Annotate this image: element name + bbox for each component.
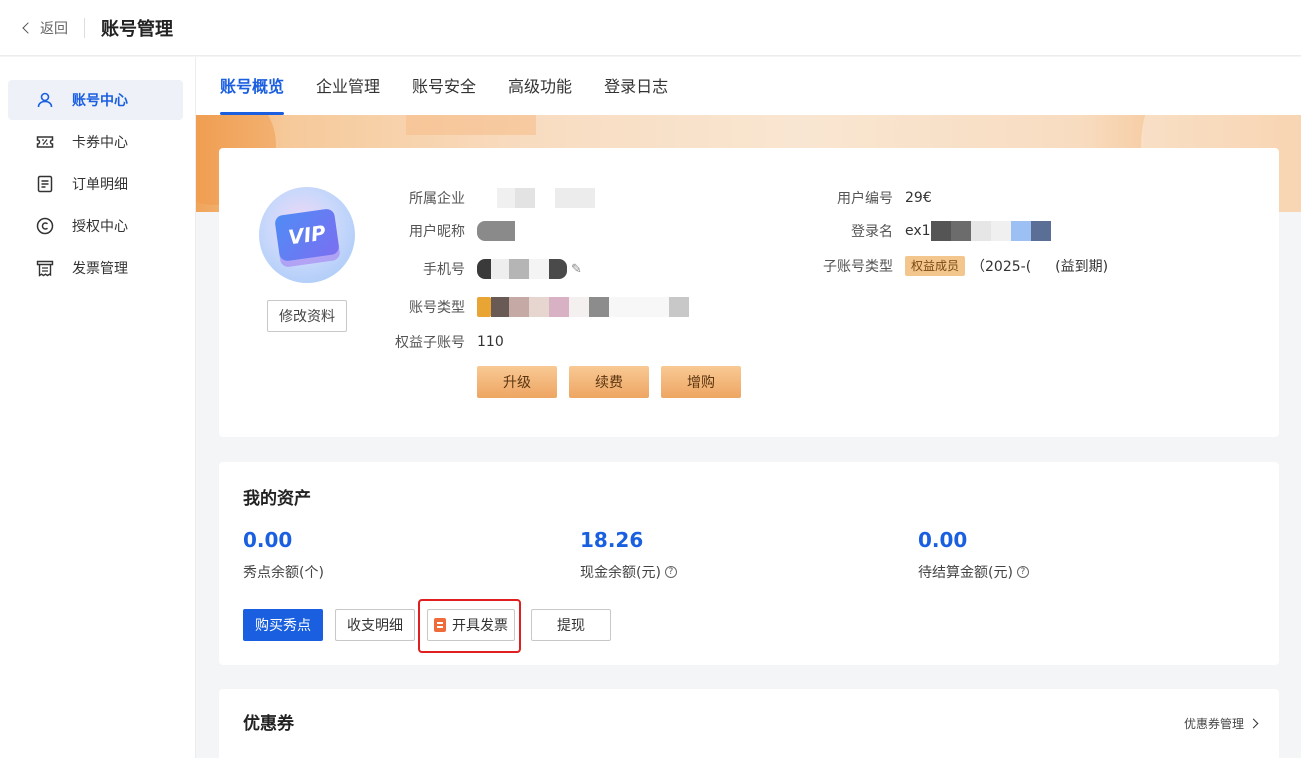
member-badge: 权益成员 xyxy=(905,256,966,276)
field-value: 29€ xyxy=(905,190,932,206)
back-label: 返回 xyxy=(40,20,68,37)
tab-advanced-features[interactable]: 高级功能 xyxy=(508,57,572,115)
coupon-management-label: 优惠券管理 xyxy=(1183,717,1244,731)
field-value: 权益成员 （2025-( (益到期) xyxy=(905,256,1108,276)
tab-account-security[interactable]: 账号安全 xyxy=(412,57,476,115)
asset-label-text: 现金余额(元) xyxy=(580,565,661,581)
sidebar-item-label: 账号中心 xyxy=(72,93,128,109)
field-nickname: 用户昵称 xyxy=(395,221,515,241)
tab-account-overview[interactable]: 账号概览 xyxy=(220,57,285,115)
tab-bar: 账号概览 企业管理 账号安全 高级功能 登录日志 xyxy=(196,57,1301,115)
field-label: 登录名 xyxy=(851,224,893,240)
sidebar-item-coupon-center[interactable]: 卡券中心 xyxy=(8,122,183,162)
sidebar-item-label: 授权中心 xyxy=(72,219,128,235)
field-value: 110 xyxy=(477,334,504,350)
sidebar-item-invoice-management[interactable]: 发票管理 xyxy=(8,248,183,288)
back-button[interactable]: 返回 xyxy=(22,18,68,38)
coupon-management-link[interactable]: 优惠券管理 xyxy=(1183,715,1259,732)
coupons-card: 优惠券 优惠券管理 xyxy=(219,689,1279,758)
cash-balance-label: 现金余额(元) ? xyxy=(580,562,677,582)
field-label: 账号类型 xyxy=(409,300,465,316)
tab-enterprise-management[interactable]: 企业管理 xyxy=(316,57,380,115)
field-account-type: 账号类型 xyxy=(395,297,689,317)
sidebar-item-authorization-center[interactable]: 授权中心 xyxy=(8,206,183,246)
cash-balance-value: 18.26 xyxy=(580,528,644,552)
field-value-masked xyxy=(477,188,595,208)
vip-badge-icon: VIP xyxy=(274,208,340,262)
field-label: 子账号类型 xyxy=(823,259,893,275)
field-value-masked: ex1 xyxy=(905,221,1051,241)
asset-label-text: 待结算金额(元) xyxy=(918,565,1013,581)
issue-invoice-label: 开具发票 xyxy=(452,618,508,634)
xiudian-balance-label: 秀点余额(个) xyxy=(243,562,324,582)
field-label: 手机号 xyxy=(423,262,465,278)
expiry-prefix: （2025-( xyxy=(971,259,1032,275)
field-login-name: 登录名 ex1 xyxy=(823,221,1051,241)
coupons-title: 优惠券 xyxy=(243,714,294,734)
issue-invoice-button[interactable]: 开具发票 xyxy=(427,609,515,641)
pending-settlement-value: 0.00 xyxy=(918,528,968,552)
xiudian-balance-value: 0.00 xyxy=(243,528,293,552)
field-label: 所属企业 xyxy=(409,191,465,207)
sidebar-item-order-details[interactable]: 订单明细 xyxy=(8,164,183,204)
transaction-details-button[interactable]: 收支明细 xyxy=(335,609,415,641)
field-sub-account-type: 子账号类型 权益成员 （2025-( (益到期) xyxy=(823,256,1108,276)
header-divider xyxy=(84,17,85,38)
banner-decoration xyxy=(406,115,536,135)
field-enterprise: 所属企业 xyxy=(395,188,595,208)
chevron-right-icon xyxy=(1248,718,1259,729)
invoice-icon xyxy=(434,618,446,632)
add-purchase-button[interactable]: 增购 xyxy=(661,366,741,398)
top-bar: 返回 账号管理 xyxy=(0,0,1301,56)
field-label: 用户编号 xyxy=(837,191,893,207)
login-name-visible: ex1 xyxy=(905,223,931,239)
assets-card: 我的资产 0.00 秀点余额(个) 18.26 现金余额(元) ? 0.00 待… xyxy=(219,462,1279,665)
copyright-icon xyxy=(36,217,54,235)
asset-label-text: 秀点余额(个) xyxy=(243,565,324,581)
invoice-icon xyxy=(36,259,54,277)
help-icon[interactable]: ? xyxy=(664,566,677,578)
field-label: 用户昵称 xyxy=(409,224,465,240)
profile-card: VIP 修改资料 所属企业 用户昵称 手机号 ✎ 账号类型 权益子账号 110 … xyxy=(219,148,1279,437)
tab-login-log[interactable]: 登录日志 xyxy=(604,57,668,115)
buy-xiudian-button[interactable]: 购买秀点 xyxy=(243,609,323,641)
sidebar-item-label: 发票管理 xyxy=(72,261,128,277)
renew-button[interactable]: 续费 xyxy=(569,366,649,398)
withdraw-button[interactable]: 提现 xyxy=(531,609,611,641)
sidebar-item-label: 订单明细 xyxy=(72,177,128,193)
help-icon[interactable]: ? xyxy=(1016,566,1029,578)
sidebar-item-account-center[interactable]: 账号中心 xyxy=(8,80,183,120)
order-list-icon xyxy=(36,175,54,193)
expiry-suffix: (益到期) xyxy=(1055,259,1109,275)
pending-settlement-label: 待结算金额(元) ? xyxy=(918,562,1029,582)
edit-phone-icon[interactable]: ✎ xyxy=(571,262,582,277)
field-value-masked xyxy=(477,221,515,241)
field-phone: 手机号 ✎ xyxy=(395,259,582,279)
coupon-icon xyxy=(36,133,54,151)
field-value-masked xyxy=(477,297,689,317)
field-value-masked: ✎ xyxy=(477,259,582,279)
sidebar-item-label: 卡券中心 xyxy=(72,135,128,151)
field-user-id: 用户编号 29€ xyxy=(823,188,932,208)
upgrade-button[interactable]: 升级 xyxy=(477,366,557,398)
assets-title: 我的资产 xyxy=(243,489,311,509)
chevron-left-icon xyxy=(22,21,34,34)
field-sub-accounts: 权益子账号 110 xyxy=(395,332,504,352)
user-icon xyxy=(36,91,54,109)
field-label: 权益子账号 xyxy=(395,335,465,351)
edit-profile-button[interactable]: 修改资料 xyxy=(267,300,347,332)
main-content: 账号概览 企业管理 账号安全 高级功能 登录日志 VIP 修改资料 所属企业 用 xyxy=(196,57,1301,758)
avatar: VIP xyxy=(259,187,355,283)
sidebar: 账号中心 卡券中心 订单明细 授权中心 发票管理 xyxy=(0,57,196,758)
page-title: 账号管理 xyxy=(101,18,173,40)
